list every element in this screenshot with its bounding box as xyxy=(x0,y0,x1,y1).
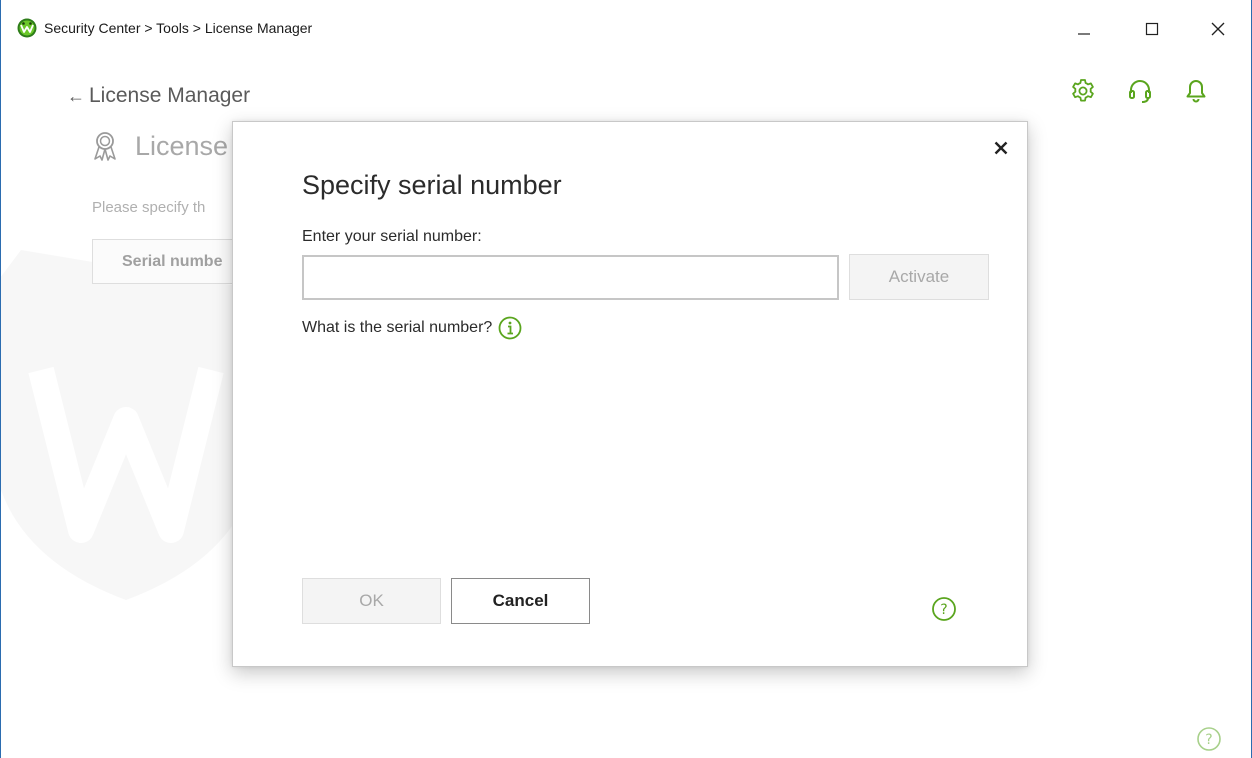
what-is-serial-label: What is the serial number? xyxy=(302,319,493,336)
help-icon[interactable]: ? xyxy=(1196,726,1222,752)
maximize-button[interactable] xyxy=(1129,12,1175,46)
window-title: Security Center > Tools > License Manage… xyxy=(44,20,313,36)
info-icon[interactable] xyxy=(498,316,522,340)
what-is-serial-link[interactable]: What is the serial number? xyxy=(302,316,522,340)
svg-text:?: ? xyxy=(940,602,947,618)
activate-button[interactable]: Activate xyxy=(849,254,989,300)
settings-button[interactable] xyxy=(1070,78,1096,104)
close-icon xyxy=(994,141,1008,155)
support-headset-icon xyxy=(1129,80,1151,103)
minimize-button[interactable] xyxy=(1061,12,1107,46)
back-link[interactable]: ← License Manager xyxy=(67,84,250,108)
license-badge-icon xyxy=(94,132,116,161)
app-window: Security Center > Tools > License Manage… xyxy=(0,0,1252,758)
section-heading: License xyxy=(91,130,228,162)
support-button[interactable] xyxy=(1127,78,1153,104)
page-description: Please specify th xyxy=(92,199,206,216)
back-link-label: License Manager xyxy=(89,84,251,107)
minimize-icon xyxy=(1078,33,1090,35)
dialog-help-icon[interactable]: ? xyxy=(931,596,957,622)
dialog-close-button[interactable] xyxy=(989,136,1013,160)
app-logo-icon xyxy=(17,18,37,38)
dialog-title: Specify serial number xyxy=(302,170,562,200)
title-bar: Security Center > Tools > License Manage… xyxy=(1,0,1251,58)
close-window-button[interactable] xyxy=(1195,12,1241,46)
maximize-icon xyxy=(1145,22,1159,36)
gear-icon xyxy=(1072,79,1094,102)
bell-icon xyxy=(1186,80,1206,103)
serial-number-dialog: Specify serial number Enter your serial … xyxy=(232,121,1028,667)
svg-text:?: ? xyxy=(1205,732,1212,748)
serial-field-label: Enter your serial number: xyxy=(302,228,482,245)
section-title: License xyxy=(135,130,229,161)
back-arrow-icon: ← xyxy=(67,85,85,106)
notifications-button[interactable] xyxy=(1183,78,1209,104)
close-icon xyxy=(1211,22,1225,36)
ok-button[interactable]: OK xyxy=(302,578,441,624)
serial-number-input[interactable] xyxy=(302,255,839,300)
cancel-button[interactable]: Cancel xyxy=(451,578,590,624)
